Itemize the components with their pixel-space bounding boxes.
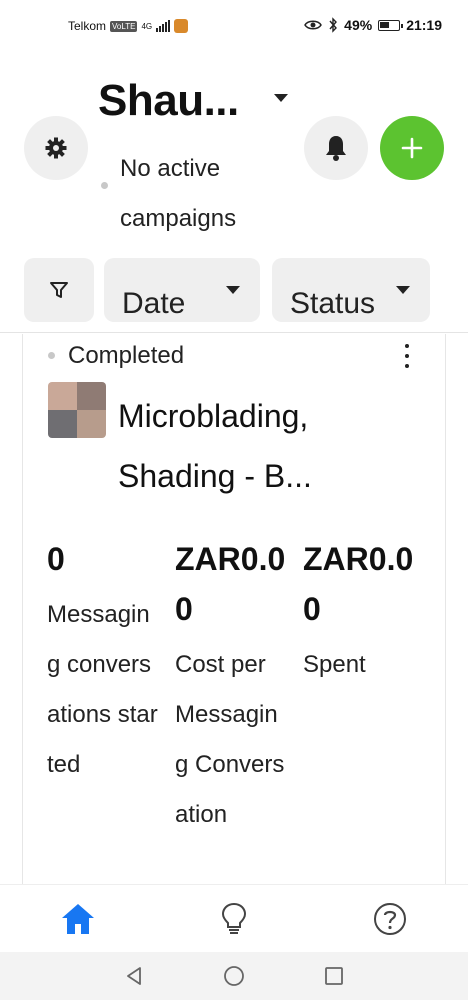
battery-icon	[378, 19, 404, 31]
status-dot	[101, 182, 108, 189]
chevron-down-icon	[396, 286, 410, 294]
campaign-name[interactable]: Microblading, Shading - B...	[118, 386, 428, 506]
campaign-status-text: No active campaigns	[120, 155, 237, 232]
metric-label: Spent	[303, 651, 366, 678]
carrier-name: Telkom	[68, 19, 107, 33]
system-nav-bar	[0, 952, 468, 1000]
metric-spent: ZAR0.00 Spent	[303, 534, 423, 690]
metric-value: 0	[47, 541, 65, 577]
help-icon	[374, 903, 406, 935]
system-home-icon[interactable]	[222, 964, 246, 988]
more-options-icon[interactable]	[401, 344, 413, 368]
nav-help[interactable]	[370, 899, 410, 939]
funnel-icon	[50, 282, 68, 298]
status-bar-left: Telkom VoLTE 4G	[68, 19, 189, 33]
nav-ideas[interactable]	[214, 899, 254, 939]
metric-label: Messaging conversations started	[47, 601, 158, 778]
bottom-nav	[0, 884, 468, 952]
metric-cost-per-conversation: ZAR0.00 Cost per Messaging Conversation	[175, 534, 291, 840]
home-icon	[62, 904, 94, 934]
campaign-card[interactable]: Completed Microblading, Shading - B... 0…	[22, 334, 446, 894]
volte-badge: VoLTE	[110, 20, 138, 32]
date-filter-dropdown[interactable]: Date	[104, 258, 260, 322]
status-bar-right: 49% 21:19	[304, 17, 442, 33]
plus-icon	[401, 137, 423, 159]
app-notification-icon	[174, 19, 189, 33]
metric-conversations-started: 0 Messaging conversations started	[47, 534, 159, 790]
gear-icon	[45, 137, 67, 159]
battery-percent: 49%	[344, 17, 373, 33]
campaign-card-status: Completed	[68, 342, 185, 369]
bluetooth-icon	[329, 17, 338, 33]
campaign-status-dot	[48, 352, 55, 359]
chevron-down-icon	[226, 286, 240, 294]
metric-value: ZAR0.00	[175, 541, 286, 627]
campaign-thumbnail	[48, 382, 106, 438]
account-dropdown-caret-icon[interactable]	[274, 94, 288, 102]
system-recents-icon[interactable]	[322, 964, 346, 988]
create-button[interactable]	[380, 116, 444, 180]
metric-label: Cost per Messaging Conversation	[175, 651, 285, 828]
notifications-button[interactable]	[304, 116, 368, 180]
network-type: 4G	[141, 21, 153, 31]
account-name[interactable]: Shau...	[98, 76, 239, 126]
date-filter-label: Date	[122, 287, 186, 320]
system-back-icon[interactable]	[122, 964, 146, 988]
lightbulb-icon	[221, 902, 247, 934]
eye-icon	[304, 20, 323, 30]
metric-value: ZAR0.00	[303, 541, 414, 627]
filter-button[interactable]	[24, 258, 94, 322]
signal-icon	[156, 20, 171, 32]
status-filter-dropdown[interactable]: Status	[272, 258, 430, 322]
status-filter-label: Status	[290, 287, 376, 320]
divider	[0, 332, 468, 333]
bell-icon	[326, 136, 346, 161]
nav-home[interactable]	[58, 899, 98, 939]
status-bar: Telkom VoLTE 4G 49% 21:19	[0, 0, 468, 54]
clock: 21:19	[406, 17, 442, 33]
settings-button[interactable]	[24, 116, 88, 180]
